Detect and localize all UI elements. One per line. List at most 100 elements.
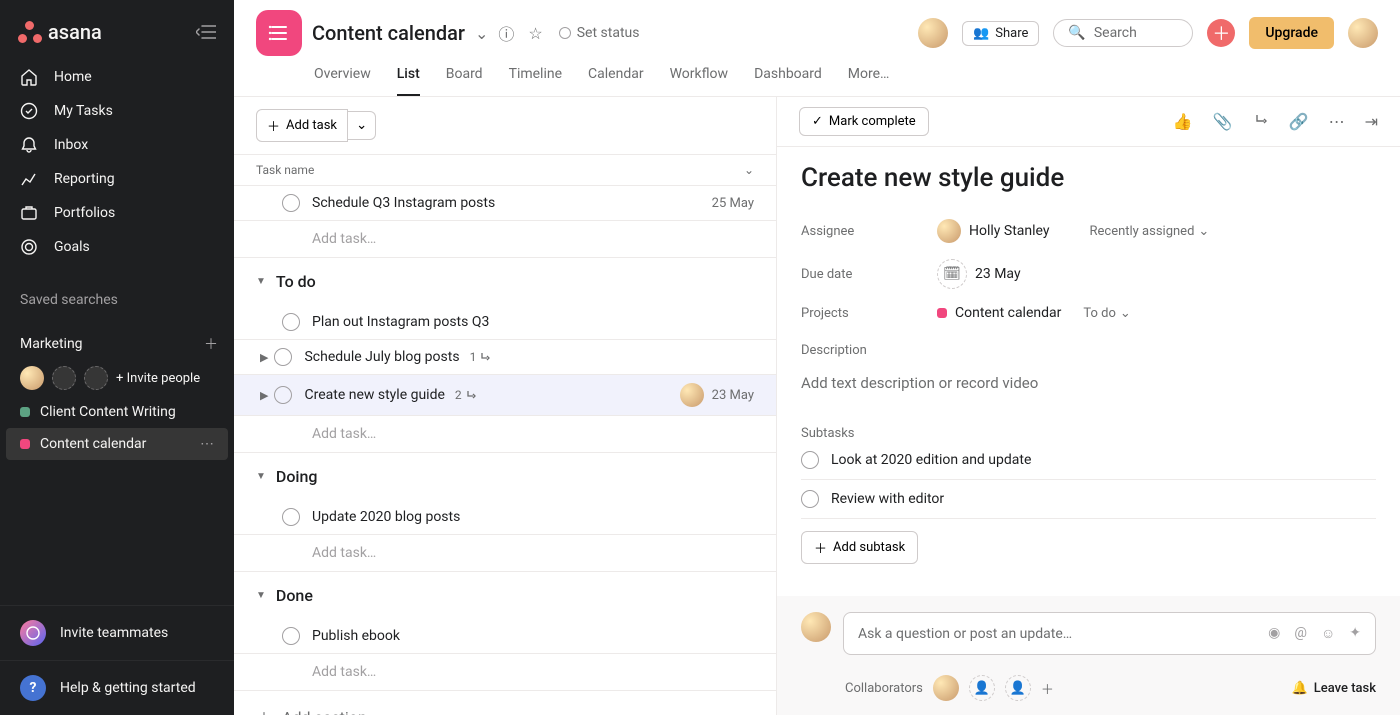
star-icon[interactable]: ✦ [1349,625,1361,642]
add-collaborator[interactable]: 👤 [1005,675,1031,701]
task-row[interactable]: Plan out Instagram posts Q3 [234,305,776,340]
complete-checkbox[interactable] [282,508,300,526]
set-status[interactable]: Set status [559,25,640,41]
task-row[interactable]: Publish ebook [234,619,776,654]
task-row-selected[interactable]: ▶ Create new style guide2 23 May [234,375,776,416]
comment-input[interactable]: Ask a question or post an update… ◉ @ ☺ … [843,612,1376,655]
add-task-button[interactable]: ＋Add task [256,109,348,142]
search-input[interactable]: 🔍Search [1053,19,1193,47]
nav-goals[interactable]: Goals [0,230,234,264]
project-title[interactable]: Content calendar [312,21,465,45]
tab-workflow[interactable]: Workflow [670,58,729,96]
section-header-done[interactable]: ▼Done [234,572,776,619]
complete-checkbox[interactable] [282,627,300,645]
mark-complete-button[interactable]: ✓Mark complete [799,107,929,136]
member-avatar[interactable] [20,366,44,390]
add-task-inline[interactable]: Add task… [234,535,776,572]
nav-portfolios[interactable]: Portfolios [0,196,234,230]
column-menu-icon[interactable]: ⌄ [744,163,754,177]
nav-home[interactable]: Home [0,60,234,94]
project-item-content-calendar[interactable]: Content calendar ⋯ [6,428,228,460]
info-icon[interactable]: ⓘ [498,21,514,45]
nav-reporting[interactable]: Reporting [0,162,234,196]
collapse-icon[interactable]: ▼ [256,590,266,601]
tab-timeline[interactable]: Timeline [509,58,562,96]
tab-calendar[interactable]: Calendar [588,58,644,96]
nav-my-tasks[interactable]: My Tasks [0,94,234,128]
goals-icon [20,238,40,256]
task-row[interactable]: Schedule Q3 Instagram posts 25 May [234,186,776,221]
task-row[interactable]: Update 2020 blog posts [234,500,776,535]
tab-list[interactable]: List [397,58,420,96]
team-header[interactable]: Marketing ＋ [0,316,234,360]
subtask-row[interactable]: Look at 2020 edition and update [801,441,1376,480]
section-header-to-do[interactable]: ▼To do [234,258,776,305]
subtask-row[interactable]: Review with editor [801,480,1376,519]
mention-icon[interactable]: @ [1294,625,1307,642]
description-field[interactable]: Add text description or record video [801,374,1376,392]
add-project-icon[interactable]: ＋ [204,334,218,354]
expand-icon[interactable]: ▶ [260,389,268,402]
collaborator-avatar[interactable] [933,675,959,701]
invite-teammates[interactable]: Invite teammates [0,605,234,660]
collapse-sidebar-icon[interactable] [196,25,216,39]
emoji-icon[interactable]: ☺ [1321,625,1335,642]
nav-inbox[interactable]: Inbox [0,128,234,162]
column-header-task-name[interactable]: Task name [256,163,314,177]
chevron-down-icon[interactable]: ⌄ [475,24,488,43]
project-item-client-content-writing[interactable]: Client Content Writing [0,396,234,428]
add-subtask-button[interactable]: ＋Add subtask [801,531,918,564]
member-avatar-empty[interactable] [84,366,108,390]
project-icon[interactable] [256,10,302,56]
tab-more[interactable]: More… [848,58,890,96]
collapse-icon[interactable]: ▼ [256,276,266,287]
add-section-button[interactable]: ＋Add section [234,691,776,715]
upgrade-button[interactable]: Upgrade [1249,17,1334,49]
assignee-value[interactable]: Holly Stanley [937,219,1049,243]
complete-checkbox[interactable] [274,386,292,404]
due-date-value[interactable]: 🗓23 May [937,259,1021,289]
collapse-icon[interactable]: ▼ [256,471,266,482]
add-task-inline[interactable]: Add task… [234,654,776,691]
complete-checkbox[interactable] [274,348,292,366]
share-button[interactable]: 👥Share [962,21,1039,46]
tab-overview[interactable]: Overview [314,58,371,96]
tab-dashboard[interactable]: Dashboard [754,58,822,96]
expand-icon[interactable]: ▶ [260,351,268,364]
section-header-doing[interactable]: ▼Doing [234,453,776,500]
record-icon[interactable]: ◉ [1268,625,1280,642]
project-value[interactable]: Content calendar [937,305,1061,321]
help-getting-started[interactable]: ? Help & getting started [0,660,234,715]
logo[interactable]: asana [18,20,102,44]
more-icon[interactable]: ⋯ [1329,112,1345,131]
add-collaborator[interactable]: 👤 [969,675,995,701]
add-task-inline[interactable]: Add task… [234,221,776,258]
invite-people-link[interactable]: + Invite people [116,371,200,386]
tab-board[interactable]: Board [446,58,483,96]
add-collaborator-plus[interactable]: ＋ [1041,679,1054,698]
user-avatar[interactable] [1348,18,1378,48]
saved-searches-label[interactable]: Saved searches [0,268,234,316]
recently-assigned-dropdown[interactable]: Recently assigned ⌄ [1089,224,1209,239]
project-menu-icon[interactable]: ⋯ [200,436,214,452]
member-avatar[interactable] [918,18,948,48]
complete-checkbox[interactable] [282,313,300,331]
link-icon[interactable]: 🔗 [1289,112,1309,131]
close-pane-icon[interactable]: ⇥ [1365,112,1378,131]
star-icon[interactable]: ☆ [528,24,542,43]
quick-add-button[interactable]: ＋ [1207,19,1235,47]
task-row[interactable]: ▶ Schedule July blog posts1 [234,340,776,375]
subtask-icon[interactable] [1253,112,1269,131]
leave-task-button[interactable]: 🔔Leave task [1292,681,1376,696]
add-task-dropdown[interactable]: ⌄ [348,111,376,140]
attachment-icon[interactable]: 📎 [1213,112,1233,131]
assignee-avatar[interactable] [680,383,704,407]
member-avatar-empty[interactable] [52,366,76,390]
complete-checkbox[interactable] [282,194,300,212]
complete-checkbox[interactable] [801,490,819,508]
add-task-inline[interactable]: Add task… [234,416,776,453]
like-icon[interactable]: 👍 [1173,112,1193,131]
project-section-dropdown[interactable]: To do ⌄ [1083,306,1130,321]
complete-checkbox[interactable] [801,451,819,469]
task-title[interactable]: Create new style guide [801,163,1376,193]
